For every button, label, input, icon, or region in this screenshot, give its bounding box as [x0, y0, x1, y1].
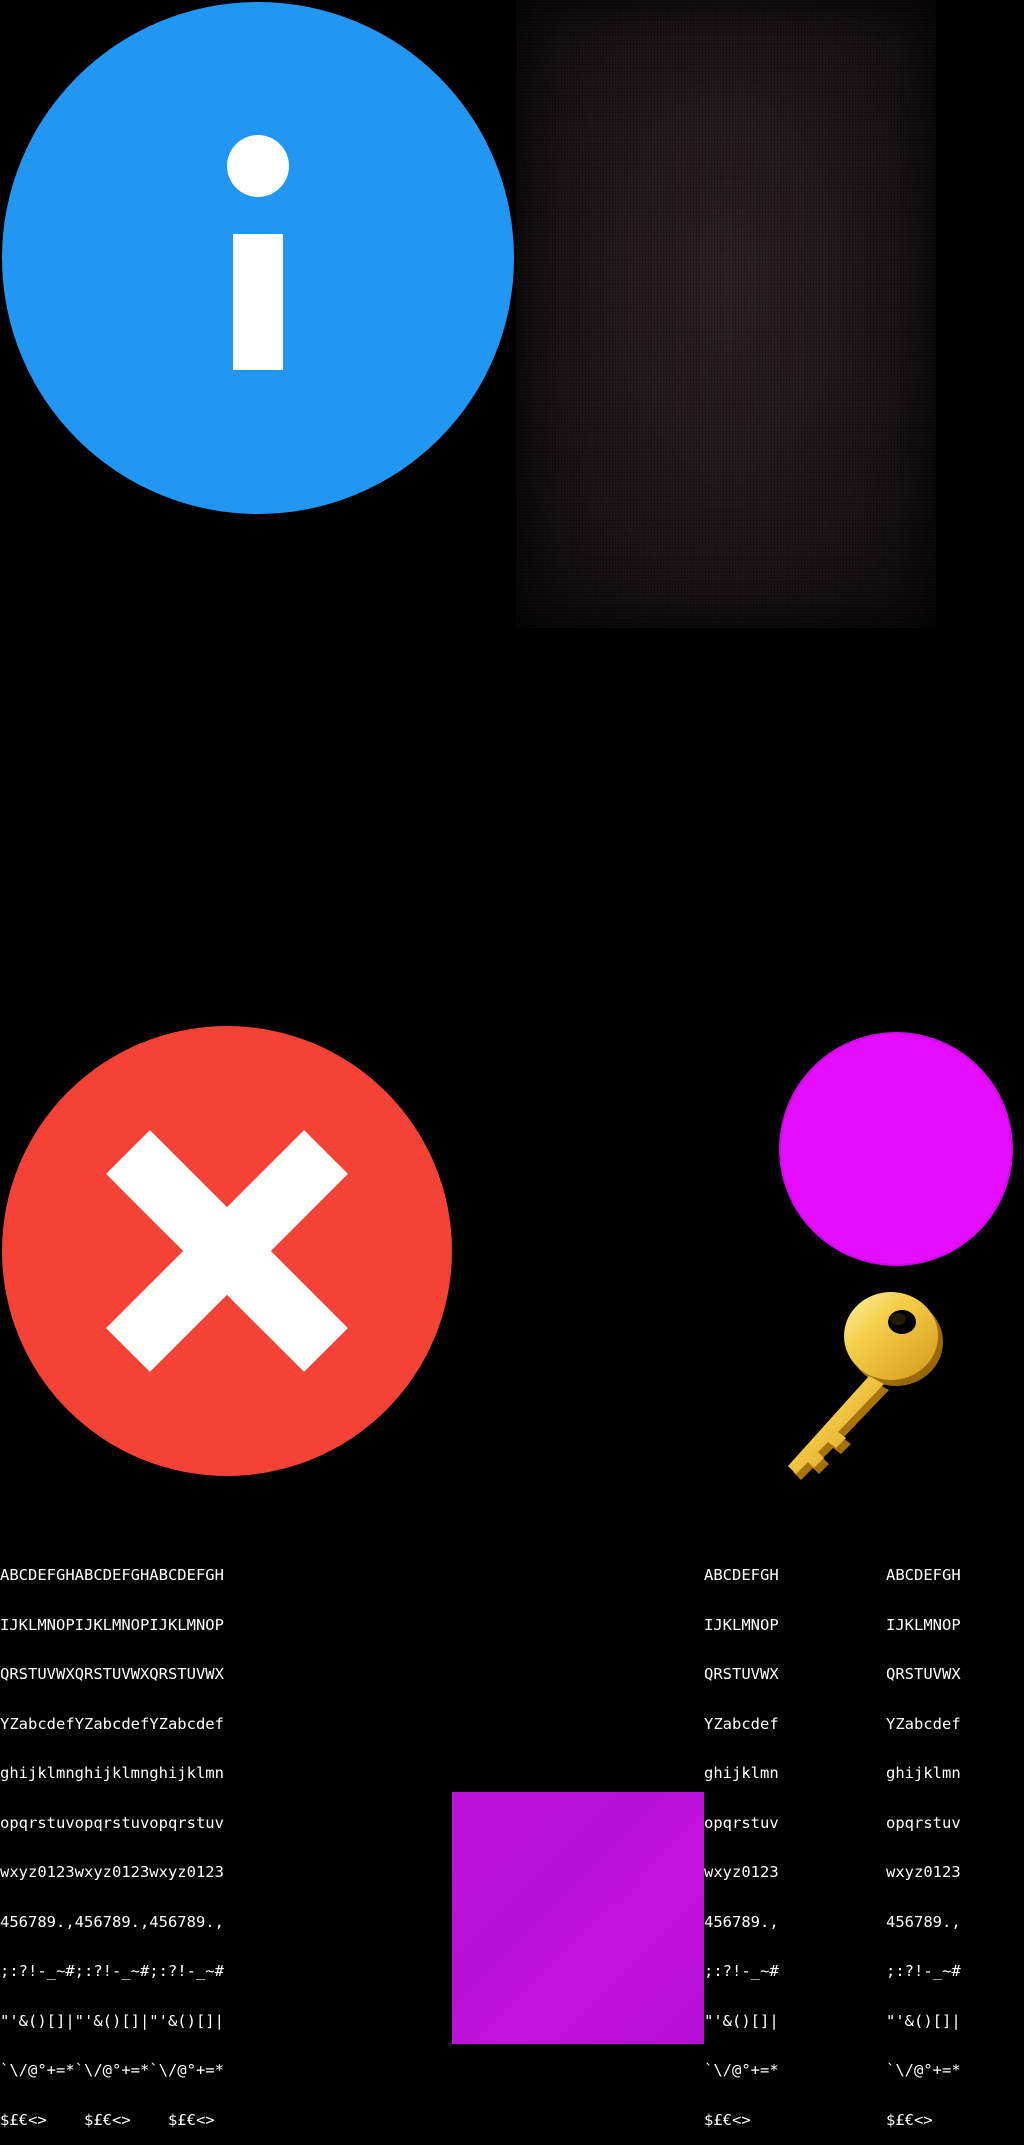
font-sheet-row: $£€<>	[704, 2110, 779, 2129]
font-sheet-row: opqrstuv	[886, 1813, 961, 1832]
font-sheet-row: IJKLMNOP	[704, 1615, 779, 1634]
font-sheet-row: ABCDEFGH	[886, 1566, 961, 1584]
info-icon-stem	[233, 234, 283, 370]
font-sheet-row: $£€<>	[886, 2110, 961, 2129]
key-icon	[788, 1292, 943, 1480]
font-sheet-small-2: ABCDEFGH IJKLMNOP QRSTUVWX YZabcdef ghij…	[886, 1534, 961, 2145]
font-sheet-row: ghijklmn	[704, 1764, 779, 1782]
font-sheet-large: ABCDEFGHABCDEFGHABCDEFGH IJKLMNOPIJKLMNO…	[0, 1534, 224, 2145]
font-sheet-row: ;:?!-_~#	[704, 1962, 779, 1980]
font-sheet-row: QRSTUVWX	[704, 1665, 779, 1683]
font-sheet-small-1: ABCDEFGH IJKLMNOP QRSTUVWX YZabcdef ghij…	[704, 1534, 779, 2145]
purple-square	[452, 1792, 704, 2044]
font-sheet-row: `\/@°+=*	[886, 2061, 961, 2079]
font-sheet-row: IJKLMNOPIJKLMNOPIJKLMNOP	[0, 1615, 224, 1634]
font-sheet-row: IJKLMNOP	[886, 1615, 961, 1634]
font-sheet-row: "'&()[]|"'&()[]|"'&()[]|	[0, 2011, 224, 2030]
font-sheet-row: "'&()[]|	[886, 2011, 961, 2030]
font-sheet-row: ghijklmn	[886, 1764, 961, 1782]
font-sheet-row: ghijklmnghijklmnghijklmn	[0, 1764, 224, 1782]
font-sheet-row: QRSTUVWX	[886, 1665, 961, 1683]
font-sheet-row: wxyz0123wxyz0123wxyz0123	[0, 1863, 224, 1881]
font-sheet-row: YZabcdefYZabcdefYZabcdef	[0, 1714, 224, 1733]
font-sheet-row: ABCDEFGHABCDEFGHABCDEFGH	[0, 1566, 224, 1584]
font-sheet-row: ;:?!-_~#;:?!-_~#;:?!-_~#	[0, 1962, 224, 1980]
font-sheet-row: "'&()[]|	[704, 2011, 779, 2030]
fabric-texture-panel	[516, 0, 936, 628]
font-sheet-row: YZabcdef	[704, 1714, 779, 1733]
close-icon	[2, 1026, 452, 1476]
font-sheet-row: 456789.,456789.,456789.,	[0, 1912, 224, 1931]
info-icon	[2, 2, 514, 514]
font-sheet-row: YZabcdef	[886, 1714, 961, 1733]
font-sheet-row: ABCDEFGH	[704, 1566, 779, 1584]
font-sheet-row: ;:?!-_~#	[886, 1962, 961, 1980]
font-sheet-row: opqrstuvopqrstuvopqrstuv	[0, 1813, 224, 1832]
magenta-circle	[779, 1032, 1013, 1266]
font-sheet-row: wxyz0123	[704, 1863, 779, 1881]
font-sheet-row: QRSTUVWXQRSTUVWXQRSTUVWX	[0, 1665, 224, 1683]
font-sheet-row: opqrstuv	[704, 1813, 779, 1832]
font-sheet-row: wxyz0123	[886, 1863, 961, 1881]
font-sheet-row: `\/@°+=*`\/@°+=*`\/@°+=*	[0, 2061, 224, 2079]
info-icon-dot	[227, 135, 289, 197]
font-sheet-row: 456789.,	[704, 1912, 779, 1931]
font-sheet-row: `\/@°+=*	[704, 2061, 779, 2079]
font-sheet-row: $£€<> $£€<> $£€<>	[0, 2110, 224, 2129]
font-sheet-row: 456789.,	[886, 1912, 961, 1931]
